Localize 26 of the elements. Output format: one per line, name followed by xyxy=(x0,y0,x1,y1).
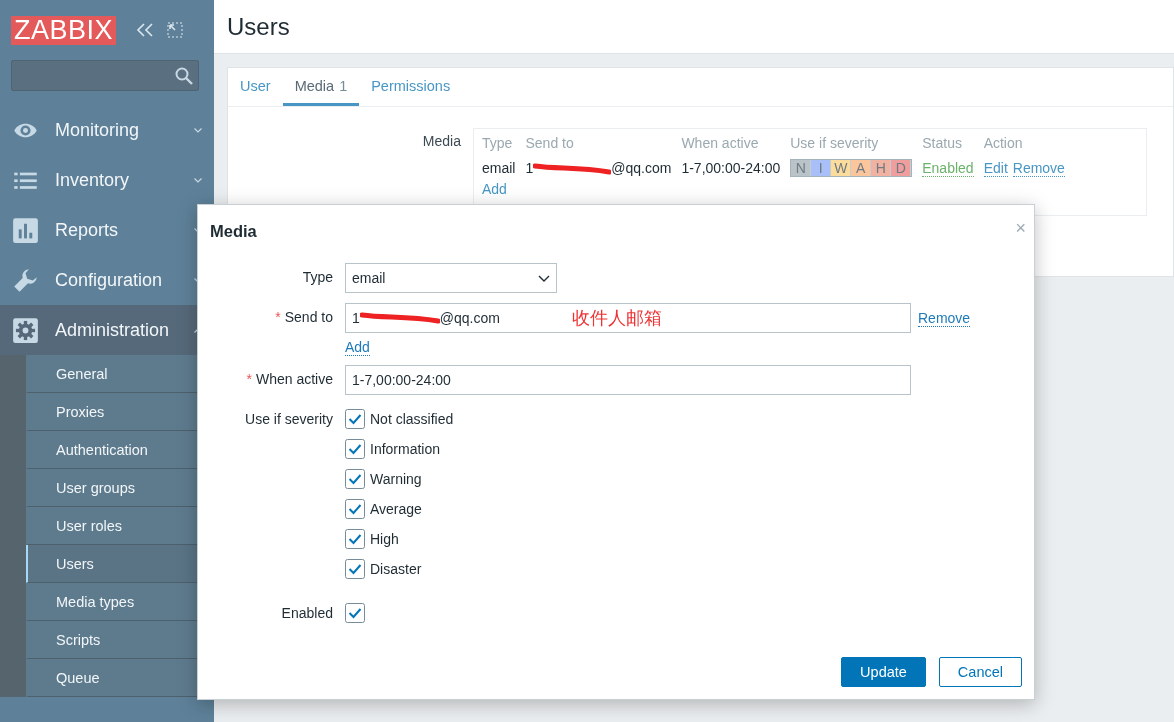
field-label: Use if severity xyxy=(244,410,333,429)
field-label: Enabled xyxy=(280,604,333,623)
column-header: Status xyxy=(922,135,984,159)
column-header: Send to xyxy=(525,135,682,159)
table-cell-text: email xyxy=(482,159,517,178)
checkbox-label: Average xyxy=(370,501,422,517)
field-label: * When active xyxy=(245,370,333,389)
field-label: Type xyxy=(301,268,333,287)
field-label: Media xyxy=(421,132,462,151)
column-header: Use if severity xyxy=(790,135,923,159)
dialog-title: Media xyxy=(210,222,257,242)
checkbox-label: Disaster xyxy=(370,561,422,577)
severity-indicator: N I W A H D xyxy=(790,159,913,177)
annotation-text: 收件人邮箱 xyxy=(572,307,662,330)
table-cell: @qq.com xyxy=(611,160,672,176)
column-header: When active xyxy=(681,135,791,159)
table-cell: 1-7,00:00-24:00 xyxy=(681,159,791,181)
checkbox-label: Information xyxy=(370,441,441,457)
table-cell: 1 xyxy=(525,160,534,176)
checkbox-label: Not classified xyxy=(370,411,454,427)
checkbox-label: Warning xyxy=(370,471,422,487)
column-header: Action xyxy=(983,135,1024,153)
column-header: Type xyxy=(482,135,514,153)
page-title: Users xyxy=(227,12,290,41)
field-label: * Send to xyxy=(274,308,333,327)
checkbox-label: High xyxy=(370,531,399,547)
